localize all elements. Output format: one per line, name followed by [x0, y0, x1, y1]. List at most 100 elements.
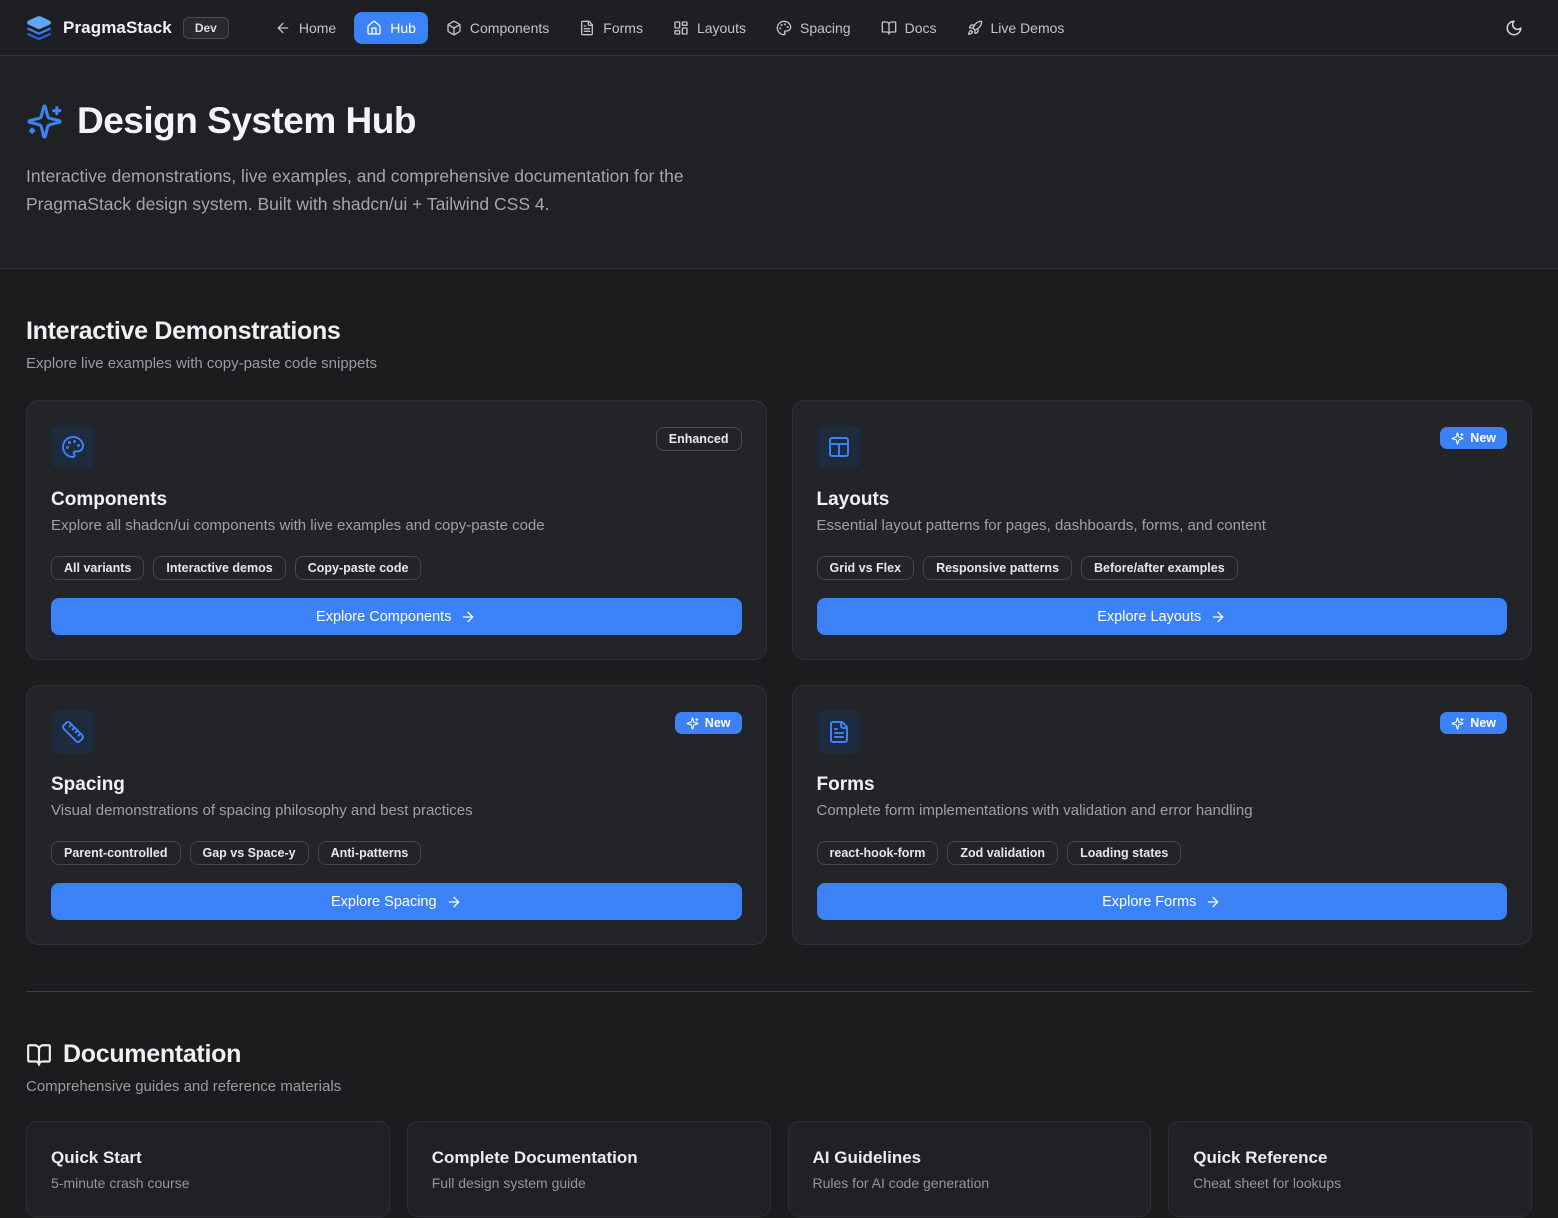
- nav-item-components[interactable]: Components: [434, 12, 561, 44]
- card-title: Spacing: [51, 774, 742, 796]
- tag-chip: Parent-controlled: [51, 841, 181, 865]
- rocket-icon: [967, 20, 983, 36]
- doc-card-subtitle: Rules for AI code generation: [813, 1175, 1127, 1191]
- tag-chip: All variants: [51, 556, 144, 580]
- doc-card-quick-start[interactable]: Quick Start 5-minute crash course: [26, 1121, 390, 1217]
- moon-icon: [1505, 19, 1523, 37]
- nav-label: Layouts: [697, 20, 746, 36]
- nav-label: Spacing: [800, 20, 851, 36]
- docs-section-header: Documentation Comprehensive guides and r…: [26, 1040, 1532, 1095]
- doc-card-quick-reference[interactable]: Quick Reference Cheat sheet for lookups: [1168, 1121, 1532, 1217]
- page-description: Interactive demonstrations, live example…: [26, 162, 764, 218]
- doc-card-ai-guidelines[interactable]: AI Guidelines Rules for AI code generati…: [788, 1121, 1152, 1217]
- ruler-icon: [61, 720, 85, 744]
- palette-icon: [776, 20, 792, 36]
- sparkles-icon: [26, 103, 63, 140]
- panel-top-icon-tile: [817, 425, 861, 469]
- tag-list: Grid vs Flex Responsive patterns Before/…: [817, 556, 1508, 580]
- demo-card-components: Enhanced Components Explore all shadcn/u…: [26, 400, 767, 660]
- brand[interactable]: PragmaStack Dev: [26, 15, 229, 41]
- nav-label: Docs: [905, 20, 937, 36]
- tag-list: All variants Interactive demos Copy-past…: [51, 556, 742, 580]
- file-text-icon: [579, 20, 595, 36]
- main-nav: Home Hub Components Forms Layouts Spacin…: [263, 12, 1077, 44]
- tag-chip: Copy-paste code: [295, 556, 422, 580]
- sparkles-icon: [1451, 717, 1464, 730]
- arrow-right-icon: [446, 894, 462, 910]
- doc-card-title: Quick Reference: [1193, 1148, 1507, 1168]
- theme-toggle-button[interactable]: [1496, 10, 1532, 46]
- card-title: Forms: [817, 774, 1508, 796]
- nav-label: Hub: [390, 20, 416, 36]
- tag-chip: Zod validation: [947, 841, 1058, 865]
- nav-item-home[interactable]: Home: [263, 12, 348, 44]
- top-navigation: PragmaStack Dev Home Hub Components Form…: [0, 0, 1558, 56]
- nav-label: Home: [299, 20, 336, 36]
- book-open-icon: [26, 1042, 52, 1068]
- new-badge: New: [1440, 427, 1507, 449]
- explore-forms-button[interactable]: Explore Forms: [817, 883, 1508, 920]
- layout-dashboard-icon: [673, 20, 689, 36]
- demos-section-title: Interactive Demonstrations: [26, 317, 1532, 346]
- tag-chip: Anti-patterns: [318, 841, 422, 865]
- demo-card-layouts: New Layouts Essential layout patterns fo…: [792, 400, 1533, 660]
- doc-card-title: Quick Start: [51, 1148, 365, 1168]
- tag-list: Parent-controlled Gap vs Space-y Anti-pa…: [51, 841, 742, 865]
- badge-label: New: [1470, 716, 1496, 730]
- tag-chip: Grid vs Flex: [817, 556, 915, 580]
- doc-card-subtitle: Cheat sheet for lookups: [1193, 1175, 1507, 1191]
- arrow-right-icon: [1205, 894, 1221, 910]
- file-text-icon: [827, 720, 851, 744]
- house-icon: [366, 20, 382, 36]
- palette-icon: [61, 435, 85, 459]
- nav-item-layouts[interactable]: Layouts: [661, 12, 758, 44]
- palette-icon-tile: [51, 425, 95, 469]
- button-label: Explore Spacing: [331, 894, 437, 910]
- explore-layouts-button[interactable]: Explore Layouts: [817, 598, 1508, 635]
- demo-card-grid: Enhanced Components Explore all shadcn/u…: [26, 400, 1532, 945]
- enhanced-badge: Enhanced: [656, 427, 742, 451]
- card-title: Components: [51, 489, 742, 511]
- explore-spacing-button[interactable]: Explore Spacing: [51, 883, 742, 920]
- demos-section-subtitle: Explore live examples with copy-paste co…: [26, 355, 1532, 372]
- main-content: Interactive Demonstrations Explore live …: [0, 317, 1558, 1217]
- arrow-right-icon: [1210, 609, 1226, 625]
- demos-section-header: Interactive Demonstrations Explore live …: [26, 317, 1532, 372]
- button-label: Explore Forms: [1102, 894, 1196, 910]
- badge-label: New: [705, 716, 731, 730]
- card-description: Visual demonstrations of spacing philoso…: [51, 802, 742, 819]
- nav-label: Components: [470, 20, 549, 36]
- nav-item-spacing[interactable]: Spacing: [764, 12, 863, 44]
- brand-name: PragmaStack: [63, 18, 172, 38]
- nav-item-hub[interactable]: Hub: [354, 12, 428, 44]
- demo-card-forms: New Forms Complete form implementations …: [792, 685, 1533, 945]
- nav-label: Live Demos: [991, 20, 1065, 36]
- explore-components-button[interactable]: Explore Components: [51, 598, 742, 635]
- tag-chip: Responsive patterns: [923, 556, 1072, 580]
- doc-card-subtitle: Full design system guide: [432, 1175, 746, 1191]
- doc-card-subtitle: 5-minute crash course: [51, 1175, 365, 1191]
- file-text-icon-tile: [817, 710, 861, 754]
- nav-item-live-demos[interactable]: Live Demos: [955, 12, 1077, 44]
- button-label: Explore Layouts: [1097, 609, 1201, 625]
- doc-card-complete-documentation[interactable]: Complete Documentation Full design syste…: [407, 1121, 771, 1217]
- card-title: Layouts: [817, 489, 1508, 511]
- arrow-right-icon: [460, 609, 476, 625]
- nav-item-forms[interactable]: Forms: [567, 12, 655, 44]
- sparkles-icon: [1451, 432, 1464, 445]
- nav-item-docs[interactable]: Docs: [869, 12, 949, 44]
- tag-chip: react-hook-form: [817, 841, 939, 865]
- section-divider: [26, 991, 1532, 992]
- new-badge: New: [1440, 712, 1507, 734]
- book-open-icon: [881, 20, 897, 36]
- sparkles-icon: [686, 717, 699, 730]
- tag-chip: Before/after examples: [1081, 556, 1238, 580]
- nav-label: Forms: [603, 20, 643, 36]
- dev-badge: Dev: [183, 17, 229, 39]
- docs-section-title: Documentation: [63, 1040, 241, 1069]
- doc-card-title: AI Guidelines: [813, 1148, 1127, 1168]
- panel-top-icon: [827, 435, 851, 459]
- doc-card-grid: Quick Start 5-minute crash course Comple…: [26, 1121, 1532, 1217]
- tag-chip: Loading states: [1067, 841, 1181, 865]
- card-description: Explore all shadcn/ui components with li…: [51, 517, 742, 534]
